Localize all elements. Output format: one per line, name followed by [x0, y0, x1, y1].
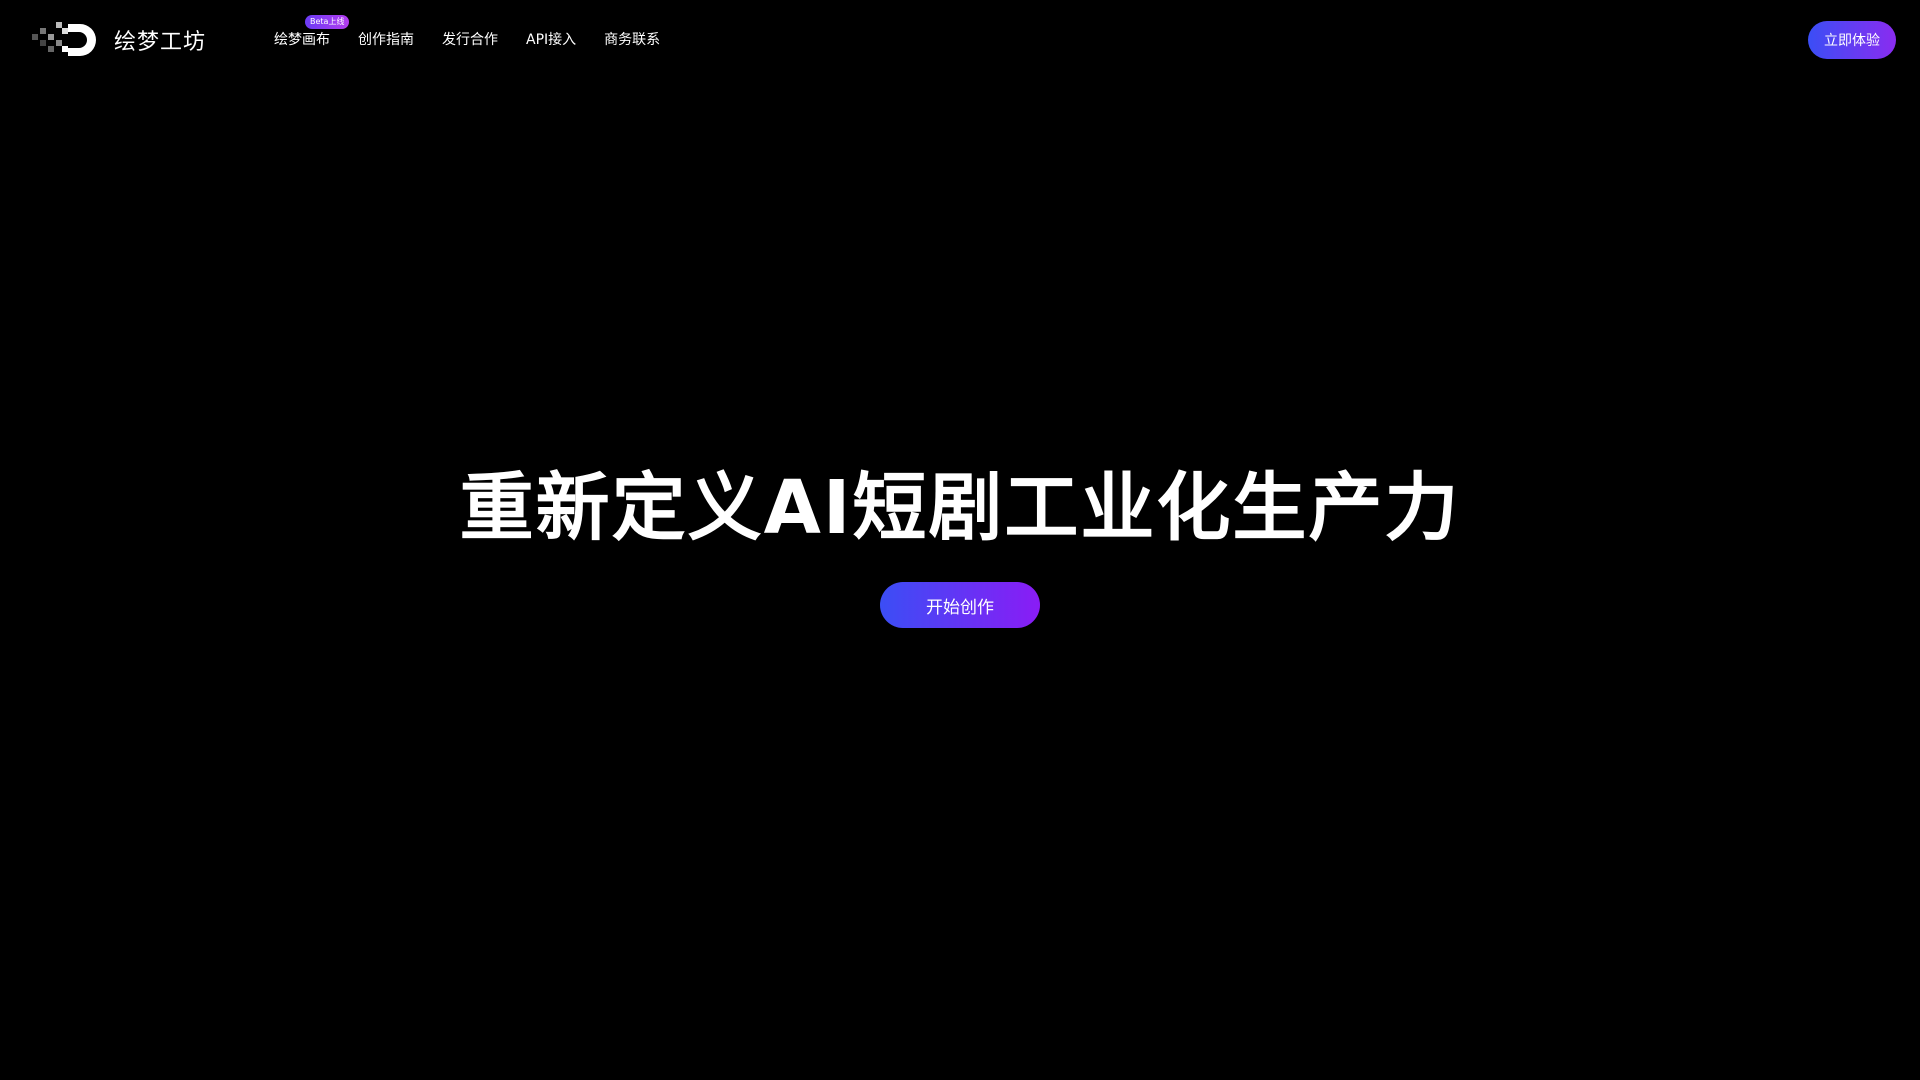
nav-item-guide[interactable]: 创作指南	[358, 27, 414, 53]
hero-title: 重新定义AI短剧工业化生产力	[459, 465, 1461, 551]
brand-logo-link[interactable]: 绘梦工坊	[32, 20, 206, 60]
nav-item-label: 绘梦画布	[274, 32, 330, 48]
nav-item-label: 发行合作	[442, 32, 498, 48]
try-now-button[interactable]: 立即体验	[1808, 21, 1896, 59]
nav-item-label: 商务联系	[604, 32, 661, 48]
main-nav: Beta上线 绘梦画布 创作指南 发行合作 API接入 商务联系	[274, 15, 688, 53]
nav-item-distribution[interactable]: 发行合作	[442, 27, 498, 53]
top-nav-bar: 绘梦工坊 Beta上线 绘梦画布 创作指南 发行合作 API接入 商务联系 立即…	[0, 0, 1920, 80]
pixel-d-logo-icon	[32, 22, 96, 56]
landing-page: 绘梦工坊 Beta上线 绘梦画布 创作指南 发行合作 API接入 商务联系 立即…	[0, 0, 1920, 1080]
nav-item-label: 创作指南	[358, 32, 414, 48]
nav-item-label: API接入	[526, 32, 577, 48]
nav-item-api[interactable]: API接入	[526, 27, 576, 53]
start-creating-button[interactable]: 开始创作	[880, 582, 1040, 628]
brand-name: 绘梦工坊	[114, 30, 207, 55]
nav-item-business[interactable]: 商务联系	[604, 27, 660, 53]
nav-item-canvas[interactable]: Beta上线 绘梦画布	[274, 15, 350, 53]
beta-badge: Beta上线	[305, 15, 350, 29]
